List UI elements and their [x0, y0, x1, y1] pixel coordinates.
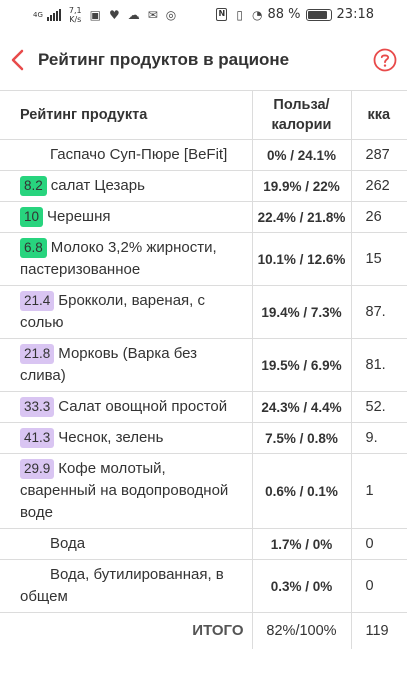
kcal-value: 15 — [351, 232, 407, 286]
table-row[interactable]: Вода, бутилированная, в общем 0.3% / 0% 0 — [0, 559, 407, 613]
rating-table: Рейтинг продукта Польза/ калории кка Гас… — [0, 90, 407, 649]
rating-badge: 29.9 — [20, 459, 55, 479]
network-type: 4G — [33, 10, 43, 19]
total-row: ИТОГО 82%/100% 119 — [0, 612, 407, 649]
question-circle-icon[interactable] — [373, 48, 397, 72]
rating-badge: 10 — [20, 207, 44, 227]
network-speed: 7,1 K/s — [69, 6, 82, 24]
battery-percent: 88 % — [267, 7, 301, 22]
benefit-calorie-ratio: 10.1% / 12.6% — [252, 232, 352, 286]
product-name-cell[interactable]: 33.3 Салат овощной простой — [0, 391, 253, 423]
product-name: Гаспачо Суп-Пюре [BeFit] — [50, 146, 228, 163]
product-name-cell[interactable]: 29.9 Кофе молотый, сваренный на водопрово… — [0, 453, 253, 529]
total-label: ИТОГО — [0, 612, 253, 649]
column-header-kcal[interactable]: кка — [351, 90, 407, 140]
product-rating-table[interactable]: Рейтинг продукта Польза/ калории кка Гас… — [0, 90, 407, 680]
product-name: Чеснок, зелень — [58, 429, 164, 446]
product-name-cell[interactable]: Гаспачо Суп-Пюре [BeFit] — [0, 139, 253, 171]
table-row[interactable]: 21.8 Морковь (Варка без слива) 19.5% / 6.9… — [0, 338, 407, 392]
product-name-cell[interactable]: 6.8 Молоко 3,2% жирности, пастеризованное — [0, 232, 253, 286]
benefit-calorie-ratio: 0.3% / 0% — [252, 559, 352, 613]
chevron-left-icon[interactable] — [8, 46, 28, 74]
column-header-name[interactable]: Рейтинг продукта — [0, 90, 253, 140]
kcal-value: 0 — [351, 528, 407, 560]
table-row[interactable]: 41.3 Чеснок, зелень 7.5% / 0.8% 9. — [0, 422, 407, 454]
table-row[interactable]: 10 Черешня 22.4% / 21.8% 26 — [0, 201, 407, 233]
rating-badge: 33.3 — [20, 397, 55, 417]
health-icon: ♥ — [108, 8, 120, 22]
product-name: Салат овощной простой — [58, 398, 228, 415]
status-bar-right: N ▯ ◔ 88 % 23:18 — [216, 7, 374, 22]
product-name: Вода — [50, 535, 86, 552]
table-row[interactable]: 21.4 Брокколи, вареная, с солью 19.4% / 7.… — [0, 285, 407, 339]
total-ratio: 82%/100% — [252, 612, 352, 649]
kcal-value: 81. — [351, 338, 407, 392]
rating-badge: 6.8 — [20, 238, 47, 258]
rating-badge: 21.8 — [20, 344, 55, 364]
kcal-value: 262 — [351, 170, 407, 202]
table-row[interactable]: 8.2 салат Цезарь 19.9% / 22% 262 — [0, 170, 407, 202]
benefit-calorie-ratio: 0% / 24.1% — [252, 139, 352, 171]
network-indicator: 4G — [33, 10, 43, 19]
total-kcal: 119 — [365, 622, 389, 639]
table-row[interactable]: 29.9 Кофе молотый, сваренный на водопрово… — [0, 453, 407, 529]
battery-icon — [305, 8, 332, 21]
table-row[interactable]: 33.3 Салат овощной простой 24.3% / 4.4% 52. — [0, 391, 407, 423]
benefit-calorie-ratio: 19.4% / 7.3% — [252, 285, 352, 339]
product-name-cell[interactable]: Вода, бутилированная, в общем — [0, 559, 253, 613]
product-name-cell[interactable]: 21.4 Брокколи, вареная, с солью — [0, 285, 253, 339]
status-bar-left: 4G 7,1 K/s ▣ ♥ ☁ ✉ ◎ — [33, 6, 176, 24]
rating-badge: 41.3 — [20, 428, 55, 448]
table-row[interactable]: 6.8 Молоко 3,2% жирности, пастеризованное… — [0, 232, 407, 286]
network-speed-value: 7,1 — [68, 6, 82, 15]
table-header-row: Рейтинг продукта Польза/ калории кка — [0, 90, 407, 140]
product-name-cell[interactable]: 8.2 салат Цезарь — [0, 170, 253, 202]
benefit-calorie-ratio: 1.7% / 0% — [252, 528, 352, 560]
product-name-cell[interactable]: 21.8 Морковь (Варка без слива) — [0, 338, 253, 392]
rating-badge: 21.4 — [20, 291, 55, 311]
kcal-value: 87. — [351, 285, 407, 339]
network-speed-unit: K/s — [69, 15, 82, 24]
app-header: Рейтинг продуктов в рационе — [0, 30, 407, 90]
table-body: Гаспачо Суп-Пюре [BeFit] 0% / 24.1% 287 8.2… — [0, 139, 407, 613]
clock: 23:18 — [336, 7, 374, 22]
product-name: Вода, бутилированная, в общем — [20, 566, 224, 605]
table-row[interactable]: Гаспачо Суп-Пюре [BeFit] 0% / 24.1% 287 — [0, 139, 407, 171]
kcal-value: 52. — [351, 391, 407, 423]
table-row[interactable]: Вода 1.7% / 0% 0 — [0, 528, 407, 560]
page-title: Рейтинг продуктов в рационе — [38, 50, 290, 69]
kcal-value: 287 — [351, 139, 407, 171]
benefit-calorie-ratio: 7.5% / 0.8% — [252, 422, 352, 454]
kcal-value: 26 — [351, 201, 407, 233]
cloud-icon: ☁ — [127, 8, 140, 22]
mail-icon: ✉ — [147, 8, 158, 22]
image-icon: ▣ — [89, 8, 101, 22]
benefit-calorie-ratio: 22.4% / 21.8% — [252, 201, 352, 233]
status-bar: 4G 7,1 K/s ▣ ♥ ☁ ✉ ◎ N ▯ ◔ 88 % 23:18 — [0, 0, 407, 30]
kcal-value: 1 — [351, 453, 407, 529]
product-name-cell[interactable]: Вода — [0, 528, 253, 560]
benefit-calorie-ratio: 0.6% / 0.1% — [252, 453, 352, 529]
product-name: Молоко 3,2% жирности, пастеризованное — [20, 239, 217, 278]
rating-badge: 8.2 — [20, 176, 47, 196]
benefit-calorie-ratio: 19.5% / 6.9% — [252, 338, 352, 392]
messenger-icon: ◎ — [165, 8, 177, 22]
nfc-icon: N — [216, 8, 228, 21]
benefit-calorie-ratio: 19.9% / 22% — [252, 170, 352, 202]
benefit-calorie-ratio: 24.3% / 4.4% — [252, 391, 352, 423]
column-header-ratio[interactable]: Польза/ калории — [252, 90, 352, 140]
kcal-value: 9. — [351, 422, 407, 454]
signal-icon — [46, 9, 61, 21]
wifi-icon: ◔ — [252, 7, 263, 22]
product-name-cell[interactable]: 41.3 Чеснок, зелень — [0, 422, 253, 454]
product-name-cell[interactable]: 10 Черешня — [0, 201, 253, 233]
vibrate-icon: ▯ — [236, 7, 244, 22]
product-name: Черешня — [47, 208, 111, 225]
kcal-value: 0 — [351, 559, 407, 613]
product-name: салат Цезарь — [50, 177, 145, 194]
